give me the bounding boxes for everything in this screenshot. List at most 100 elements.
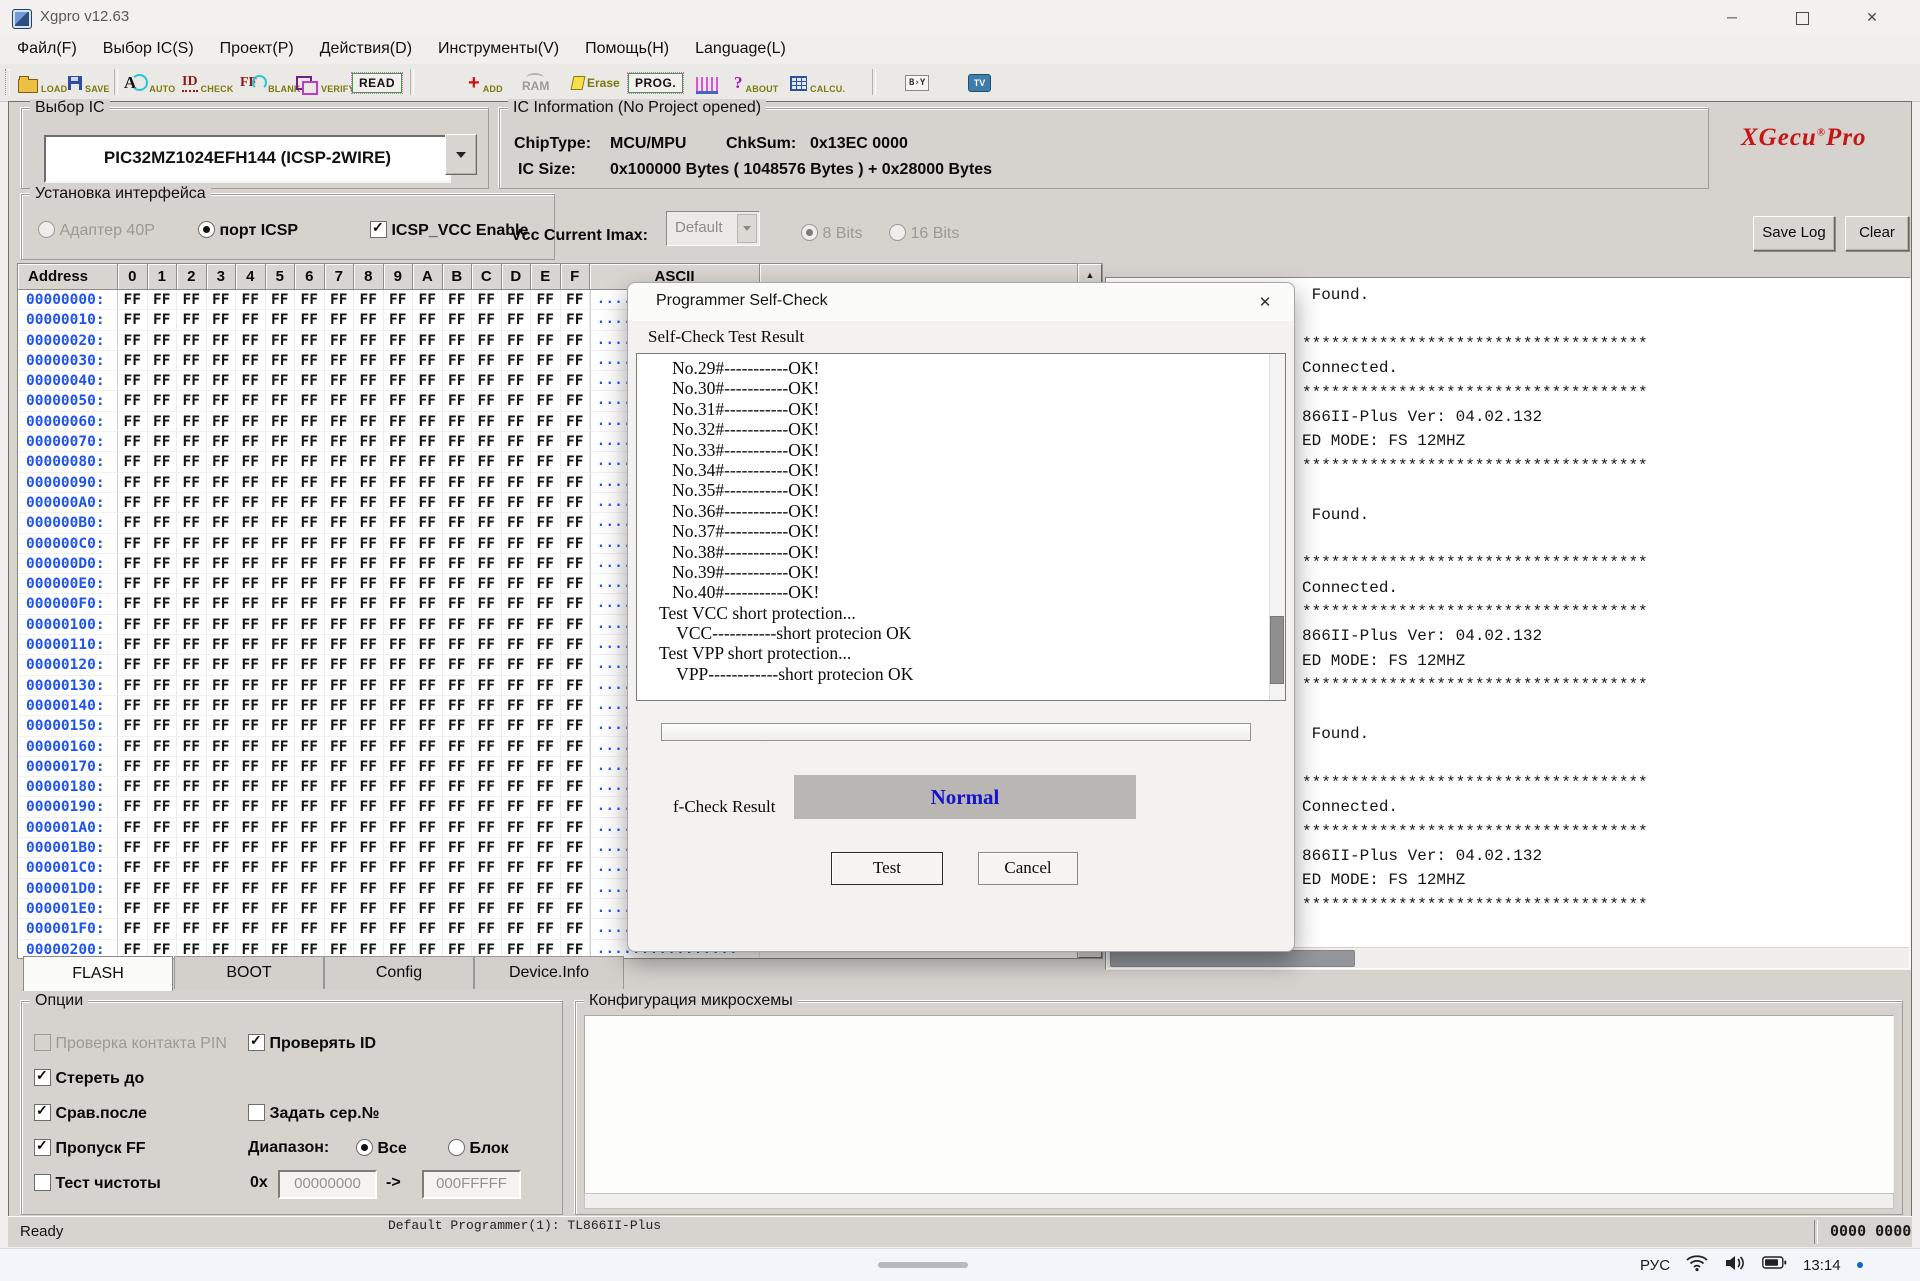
hex-byte-cell[interactable]: FF [502, 757, 532, 777]
hex-byte-cell[interactable]: FF [207, 574, 237, 594]
hex-byte-cell[interactable]: FF [443, 534, 473, 554]
hex-byte-cell[interactable]: FF [502, 879, 532, 899]
hex-byte-cell[interactable]: FF [384, 737, 414, 757]
hex-byte-cell[interactable]: FF [561, 777, 591, 797]
battery-icon[interactable] [1762, 1256, 1787, 1275]
hex-byte-cell[interactable]: FF [148, 635, 178, 655]
hex-byte-cell[interactable]: FF [325, 554, 355, 574]
hex-byte-cell[interactable]: FF [531, 513, 561, 533]
hex-byte-cell[interactable]: FF [295, 594, 325, 614]
hex-byte-cell[interactable]: FF [413, 696, 443, 716]
hex-byte-cell[interactable]: FF [325, 676, 355, 696]
scrollbar-thumb[interactable] [1270, 616, 1284, 684]
hex-byte-cell[interactable]: FF [443, 351, 473, 371]
hex-byte-cell[interactable]: FF [561, 757, 591, 777]
hex-byte-cell[interactable]: FF [295, 391, 325, 411]
notification-dot-icon[interactable] [1857, 1262, 1863, 1268]
hex-byte-cell[interactable]: FF [266, 351, 296, 371]
erase-before-checkbox[interactable]: Стереть до [34, 1070, 144, 1087]
hex-byte-cell[interactable]: FF [561, 858, 591, 878]
hex-byte-cell[interactable]: FF [531, 919, 561, 939]
hex-byte-cell[interactable]: FF [148, 351, 178, 371]
hex-byte-cell[interactable]: FF [531, 554, 561, 574]
hex-byte-cell[interactable]: FF [236, 818, 266, 838]
hex-byte-cell[interactable]: FF [177, 757, 207, 777]
hex-byte-cell[interactable]: FF [384, 838, 414, 858]
hex-byte-cell[interactable]: FF [325, 696, 355, 716]
hex-byte-cell[interactable]: FF [118, 391, 148, 411]
hex-byte-cell[interactable]: FF [325, 371, 355, 391]
hex-byte-cell[interactable]: FF [266, 838, 296, 858]
hex-byte-cell[interactable]: FF [561, 635, 591, 655]
hex-byte-cell[interactable]: FF [118, 676, 148, 696]
hex-byte-cell[interactable]: FF [413, 371, 443, 391]
hex-byte-cell[interactable]: FF [266, 310, 296, 330]
hex-byte-cell[interactable]: FF [148, 554, 178, 574]
hex-byte-cell[interactable]: FF [384, 716, 414, 736]
hex-byte-cell[interactable]: FF [472, 412, 502, 432]
hex-byte-cell[interactable]: FF [118, 635, 148, 655]
hex-byte-cell[interactable]: FF [502, 432, 532, 452]
program-button[interactable]: PROG. [628, 68, 683, 98]
hex-byte-cell[interactable]: FF [325, 655, 355, 675]
hex-byte-cell[interactable]: FF [207, 879, 237, 899]
hex-byte-cell[interactable]: FF [561, 818, 591, 838]
hex-byte-cell[interactable]: FF [236, 412, 266, 432]
toolbar-grip[interactable] [5, 69, 10, 95]
menu-item-1[interactable]: Выбор IC(S) [90, 36, 207, 64]
skip-ff-checkbox[interactable]: Пропуск FF [34, 1140, 146, 1157]
hex-byte-cell[interactable]: FF [148, 310, 178, 330]
hex-byte-cell[interactable]: FF [443, 290, 473, 310]
hex-byte-cell[interactable]: FF [384, 513, 414, 533]
self-check-result-list[interactable]: No.29#-----------OK! No.30#-----------OK… [636, 353, 1286, 701]
hex-byte-cell[interactable]: FF [266, 554, 296, 574]
hex-byte-cell[interactable]: FF [443, 452, 473, 472]
hex-byte-cell[interactable]: FF [177, 493, 207, 513]
hex-byte-cell[interactable]: FF [295, 331, 325, 351]
hex-byte-cell[interactable]: FF [443, 635, 473, 655]
hex-byte-cell[interactable]: FF [472, 737, 502, 757]
hex-byte-cell[interactable]: FF [177, 513, 207, 533]
hex-byte-cell[interactable]: FF [118, 310, 148, 330]
hex-byte-cell[interactable]: FF [531, 371, 561, 391]
hex-byte-cell[interactable]: FF [207, 757, 237, 777]
hex-byte-cell[interactable]: FF [118, 371, 148, 391]
hex-byte-cell[interactable]: FF [148, 534, 178, 554]
hex-byte-cell[interactable]: FF [502, 737, 532, 757]
hex-byte-cell[interactable]: FF [118, 452, 148, 472]
hex-byte-cell[interactable]: FF [266, 696, 296, 716]
hex-byte-cell[interactable]: FF [295, 797, 325, 817]
bits8-radio[interactable]: 8 Bits [801, 224, 862, 243]
hex-byte-cell[interactable]: FF [384, 899, 414, 919]
hex-byte-cell[interactable]: FF [354, 391, 384, 411]
hex-byte-cell[interactable]: FF [472, 797, 502, 817]
hex-byte-cell[interactable]: FF [177, 554, 207, 574]
hex-byte-cell[interactable]: FF [413, 655, 443, 675]
hex-byte-cell[interactable]: FF [354, 554, 384, 574]
hex-byte-cell[interactable]: FF [354, 919, 384, 939]
hex-byte-cell[interactable]: FF [472, 696, 502, 716]
hex-byte-cell[interactable]: FF [502, 696, 532, 716]
hex-byte-cell[interactable]: FF [148, 737, 178, 757]
hex-byte-cell[interactable]: FF [531, 594, 561, 614]
hex-byte-cell[interactable]: FF [266, 371, 296, 391]
about-button[interactable]: ?ABOUT [734, 68, 779, 98]
hex-byte-cell[interactable]: FF [384, 858, 414, 878]
hex-byte-cell[interactable]: FF [207, 696, 237, 716]
hex-byte-cell[interactable]: FF [325, 615, 355, 635]
hex-byte-cell[interactable]: FF [561, 513, 591, 533]
hex-byte-cell[interactable]: FF [177, 534, 207, 554]
hex-byte-cell[interactable]: FF [531, 716, 561, 736]
hex-byte-cell[interactable]: FF [148, 777, 178, 797]
hex-byte-cell[interactable]: FF [413, 473, 443, 493]
hex-byte-cell[interactable]: FF [531, 493, 561, 513]
hex-byte-cell[interactable]: FF [443, 493, 473, 513]
menu-item-3[interactable]: Действия(D) [307, 36, 425, 64]
hex-byte-cell[interactable]: FF [384, 493, 414, 513]
hex-byte-cell[interactable]: FF [443, 432, 473, 452]
hex-byte-cell[interactable]: FF [236, 737, 266, 757]
hex-byte-cell[interactable]: FF [148, 412, 178, 432]
hex-byte-cell[interactable]: FF [118, 351, 148, 371]
hex-byte-cell[interactable]: FF [502, 412, 532, 432]
hex-byte-cell[interactable]: FF [502, 635, 532, 655]
